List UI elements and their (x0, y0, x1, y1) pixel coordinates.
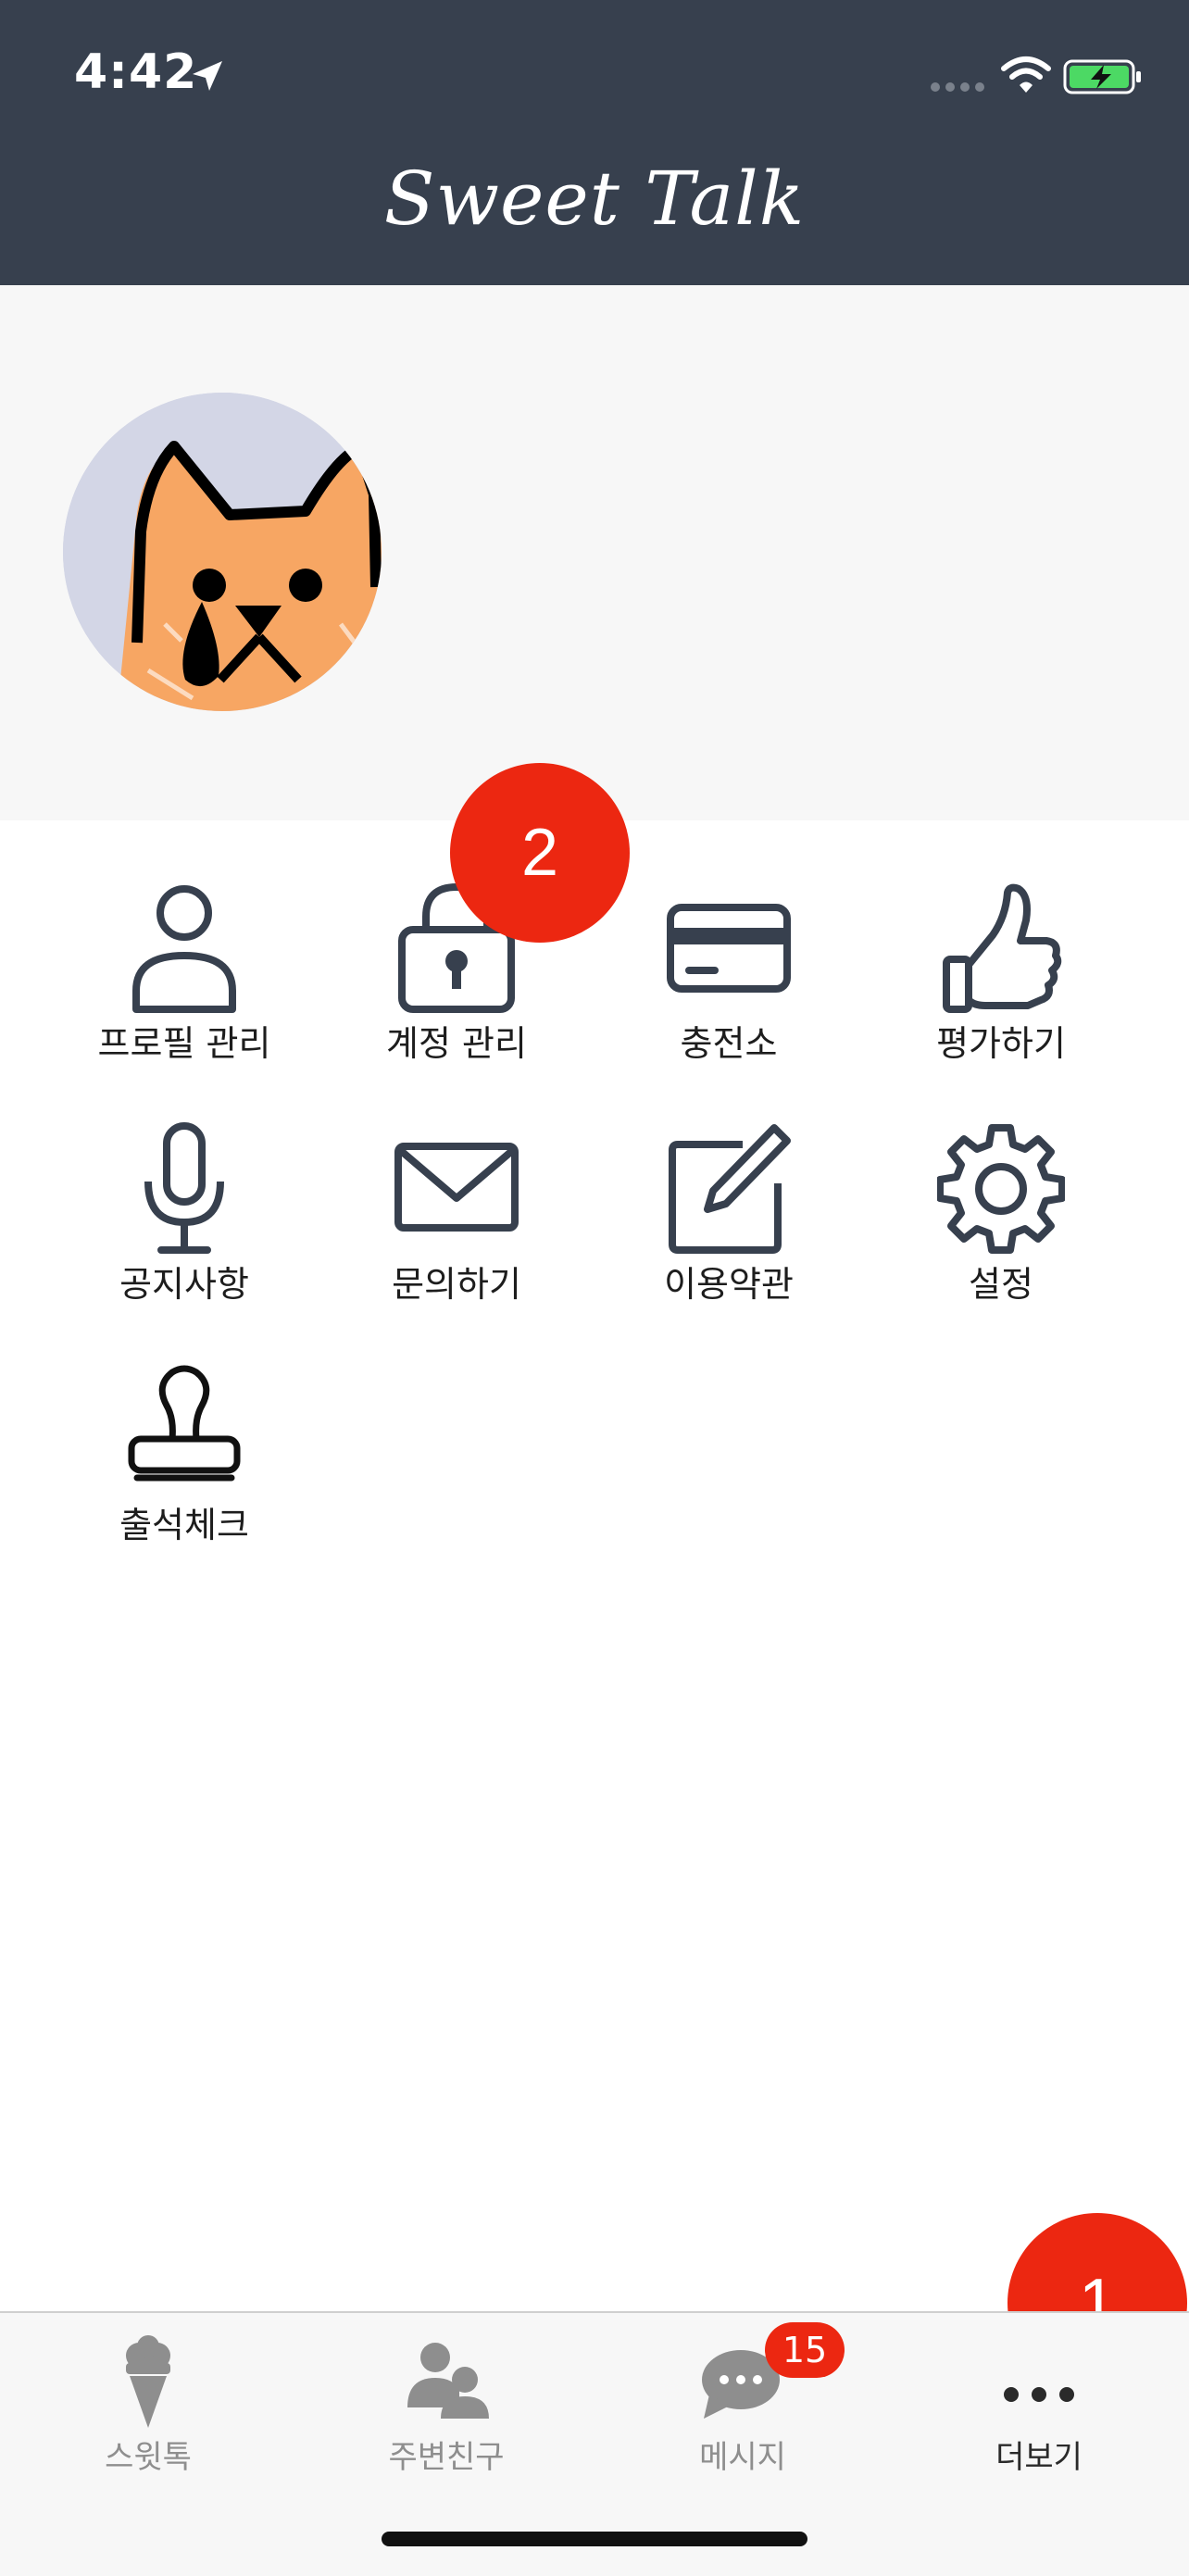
menu-item-profile[interactable]: 프로필 관리 (48, 882, 320, 1094)
envelope-icon (394, 1143, 519, 1232)
location-arrow-icon (193, 61, 222, 91)
profile-section (0, 285, 1189, 820)
tab-nearby-friends[interactable]: 주변친구 (307, 2313, 585, 2498)
gear-icon (937, 1124, 1065, 1254)
edit-icon (669, 1124, 791, 1254)
menu-label: 이용약관 (664, 1264, 794, 1305)
menu-label: 평가하기 (936, 1023, 1066, 1064)
stamp-icon (128, 1365, 241, 1482)
people-icon (407, 2343, 489, 2419)
battery-icon (1063, 59, 1141, 94)
thumbs-up-icon (943, 883, 1062, 1013)
message-count-badge: 15 (765, 2322, 845, 2378)
tab-label: 주변친구 (388, 2439, 505, 2476)
menu-item-inquiry[interactable]: 문의하기 (320, 1122, 593, 1335)
tab-label: 더보기 (995, 2439, 1083, 2476)
person-icon (132, 885, 236, 1013)
annotation-marker-2: 2 (450, 763, 630, 943)
cat-avatar-image (63, 393, 382, 711)
menu-label: 공지사항 (119, 1264, 249, 1305)
menu-label: 프로필 관리 (97, 1023, 271, 1064)
app-title: Sweet Talk (383, 156, 806, 242)
menu-label: 문의하기 (392, 1264, 521, 1305)
home-indicator[interactable] (382, 2532, 807, 2546)
top-bar: 4:42 Sweet Talk (0, 0, 1189, 285)
credit-card-icon (667, 904, 791, 993)
menu-item-notice[interactable]: 공지사항 (48, 1122, 320, 1335)
more-dots-icon (1004, 2387, 1074, 2402)
signal-icon (931, 82, 984, 92)
tab-sweettalk[interactable]: 스윗톡 (9, 2313, 287, 2498)
status-time: 4:42 (74, 44, 198, 100)
menu-item-settings[interactable]: 설정 (865, 1122, 1137, 1335)
avatar[interactable] (63, 393, 382, 711)
menu-label: 계정 관리 (386, 1023, 527, 1064)
menu-label: 충전소 (680, 1023, 778, 1064)
microphone-icon (144, 1122, 224, 1254)
tab-label: 스윗톡 (105, 2439, 192, 2476)
tab-more[interactable]: 더보기 (900, 2313, 1178, 2498)
menu-item-charge[interactable]: 충전소 (593, 882, 865, 1094)
ice-cream-icon (126, 2335, 170, 2428)
menu-item-attendance[interactable]: 출석체크 (48, 1363, 320, 1576)
tab-label: 메시지 (699, 2439, 786, 2476)
wifi-icon (1001, 56, 1051, 93)
menu-item-rate[interactable]: 평가하기 (865, 882, 1137, 1094)
menu-label: 출석체크 (119, 1505, 249, 1545)
menu-item-terms[interactable]: 이용약관 (593, 1122, 865, 1335)
menu-label: 설정 (969, 1264, 1033, 1305)
